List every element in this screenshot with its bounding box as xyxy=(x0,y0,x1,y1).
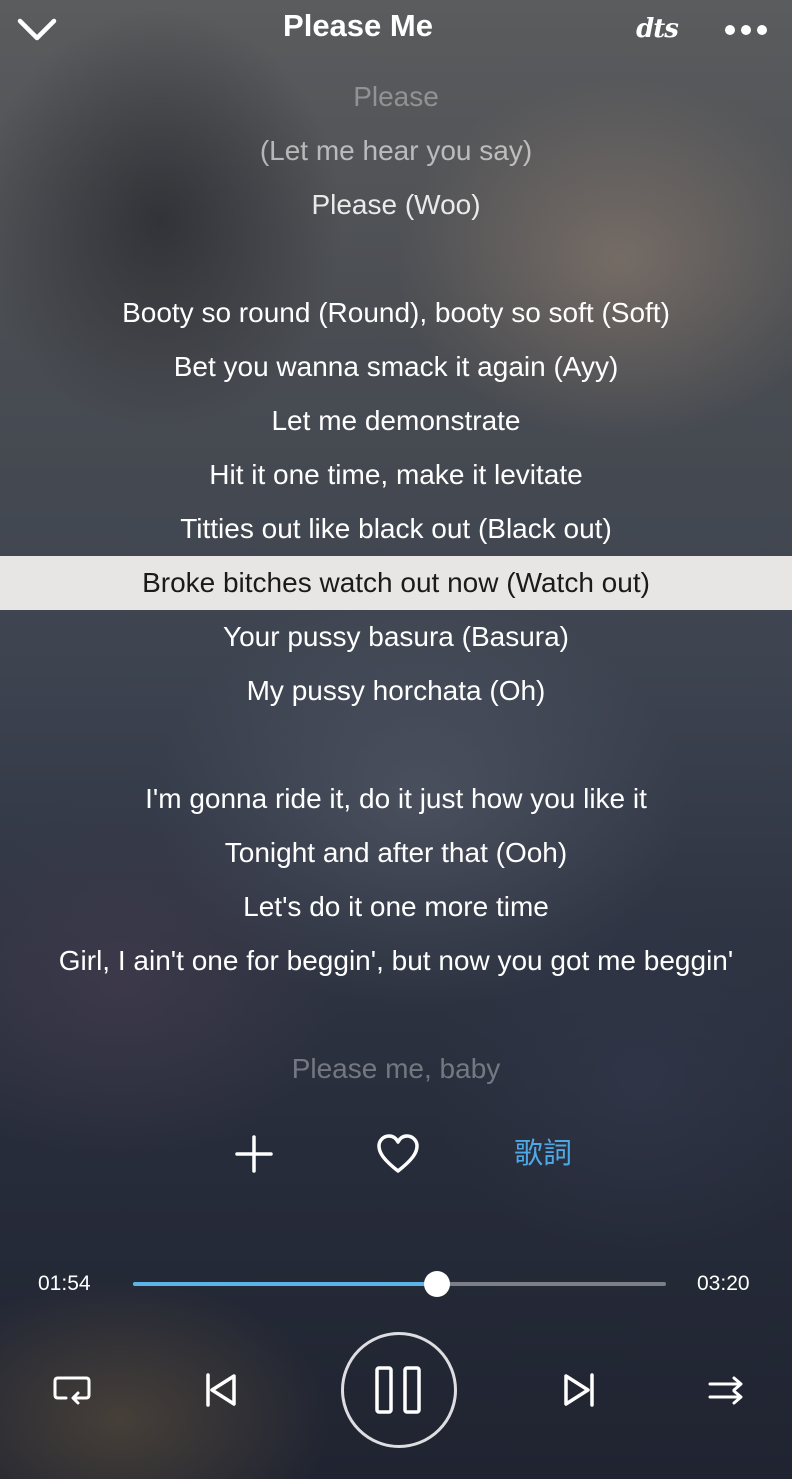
elapsed-time: 01:54 xyxy=(38,1272,91,1295)
heart-outline-icon xyxy=(377,1134,419,1173)
lyric-line[interactable]: I'm gonna ride it, do it just how you li… xyxy=(0,772,792,826)
skip-next-icon xyxy=(564,1373,594,1407)
shuffle-icon xyxy=(708,1376,743,1405)
lyric-spacer xyxy=(0,232,792,286)
lyric-line[interactable]: Your pussy basura (Basura) xyxy=(0,610,792,664)
play-pause-button[interactable] xyxy=(341,1332,457,1448)
lyrics-toggle-button[interactable]: 歌詞 xyxy=(500,1134,586,1174)
lyric-line[interactable]: Titties out like black out (Black out) xyxy=(0,502,792,556)
lyric-line[interactable]: Please xyxy=(0,70,792,124)
more-dots-icon xyxy=(725,25,767,35)
total-duration: 03:20 xyxy=(697,1272,750,1295)
favorite-button[interactable] xyxy=(366,1122,430,1186)
lyrics-panel[interactable]: Please (Let me hear you say) Please (Woo) B… xyxy=(0,70,792,1095)
playback-progress: 01:54 03:20 xyxy=(0,1262,792,1306)
lyric-line[interactable]: My pussy horchata (Oh) xyxy=(0,664,792,718)
chevron-down-icon xyxy=(17,18,57,41)
lyric-line[interactable]: Let me demonstrate xyxy=(0,394,792,448)
add-to-playlist-button[interactable] xyxy=(222,1122,286,1186)
now-playing-screen: Please Me dts Please (Let me hear you say… xyxy=(0,0,792,1479)
lyric-line[interactable]: Please (Woo) xyxy=(0,178,792,232)
lyric-spacer xyxy=(0,718,792,772)
repeat-button[interactable] xyxy=(46,1366,98,1414)
playback-controls xyxy=(0,1326,792,1454)
lyric-line-current[interactable]: Broke bitches watch out now (Watch out) xyxy=(0,556,792,610)
lyric-line[interactable]: Booty so round (Round), booty so soft (S… xyxy=(0,286,792,340)
top-bar: Please Me dts xyxy=(0,0,792,56)
lyric-line[interactable]: Let's do it one more time xyxy=(0,880,792,934)
repeat-loop-icon xyxy=(53,1376,91,1405)
plus-icon xyxy=(235,1135,273,1173)
lyric-line[interactable]: Bet you wanna smack it again (Ayy) xyxy=(0,340,792,394)
lyric-line[interactable]: (Let me hear you say) xyxy=(0,124,792,178)
previous-track-button[interactable] xyxy=(196,1366,244,1414)
collapse-button[interactable] xyxy=(14,10,60,50)
song-title: Please Me xyxy=(283,8,433,43)
dts-audio-badge[interactable]: dts xyxy=(624,12,690,46)
lyric-line[interactable]: Please me, baby xyxy=(0,1042,792,1096)
seek-thumb[interactable] xyxy=(423,1271,450,1297)
more-options-button[interactable] xyxy=(718,14,774,46)
shuffle-button[interactable] xyxy=(702,1366,750,1414)
skip-previous-icon xyxy=(206,1373,236,1407)
song-actions: 歌詞 xyxy=(0,1122,792,1186)
lyric-spacer xyxy=(0,988,792,1042)
progress-fill xyxy=(133,1282,437,1286)
lyric-line[interactable]: Tonight and after that (Ooh) xyxy=(0,826,792,880)
progress-track[interactable] xyxy=(133,1271,666,1297)
next-track-button[interactable] xyxy=(556,1366,604,1414)
lyric-line[interactable]: Girl, I ain't one for beggin', but now y… xyxy=(0,934,792,988)
pause-icon xyxy=(375,1366,421,1414)
lyric-line[interactable]: Hit it one time, make it levitate xyxy=(0,448,792,502)
